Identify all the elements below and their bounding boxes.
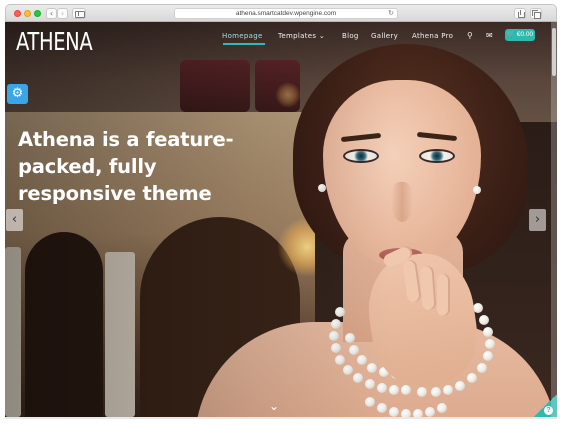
active-nav-indicator	[223, 43, 265, 45]
page-viewport: ATHENA Homepage Templates ⌄ Blog Gallery…	[5, 22, 557, 417]
address-bar[interactable]: athena.smartcatdev.wpengine.com ↻	[174, 8, 398, 19]
address-text: athena.smartcatdev.wpengine.com	[235, 10, 337, 17]
tabs-overview-icon[interactable]	[530, 8, 542, 19]
minimize-window-button[interactable]	[24, 10, 31, 17]
forward-button[interactable]: ›	[57, 8, 68, 19]
share-icon[interactable]	[514, 8, 526, 19]
mail-icon[interactable]: ✉	[486, 31, 493, 41]
zoom-window-button[interactable]	[34, 10, 41, 17]
window-bottom-edge	[5, 417, 557, 419]
gear-icon[interactable]: ⚙	[7, 84, 28, 104]
hero-slide-image	[5, 22, 557, 417]
reload-icon[interactable]: ↻	[388, 9, 394, 18]
cart-icon: 🛒	[506, 31, 515, 38]
close-window-button[interactable]	[14, 10, 21, 17]
main-navigation: Homepage Templates ⌄ Blog Gallery Athena…	[5, 31, 557, 45]
nav-gallery[interactable]: Gallery	[371, 31, 398, 41]
hero-title: Athena is a feature-packed, fully respon…	[18, 128, 234, 205]
chevron-right-icon[interactable]: ›	[529, 209, 546, 231]
nav-templates[interactable]: Templates ⌄	[278, 31, 325, 41]
search-icon[interactable]: ⚲	[467, 31, 473, 41]
cart-button[interactable]: 🛒 €0.00	[505, 29, 535, 41]
scrollbar-thumb[interactable]	[552, 28, 556, 76]
nav-blog[interactable]: Blog	[342, 31, 359, 41]
chevron-down-icon[interactable]: ⌄	[269, 400, 279, 412]
browser-toolbar: ‹ › athena.smartcatdev.wpengine.com ↻	[5, 4, 557, 22]
sidebar-toggle-icon[interactable]	[72, 8, 86, 19]
chevron-left-icon[interactable]: ‹	[6, 209, 23, 231]
page-scrollbar[interactable]	[551, 22, 557, 417]
nav-homepage[interactable]: Homepage	[222, 31, 263, 41]
cart-total: €0.00	[515, 31, 534, 38]
nav-athena-pro[interactable]: Athena Pro	[412, 31, 453, 41]
back-button[interactable]: ‹	[46, 8, 57, 19]
